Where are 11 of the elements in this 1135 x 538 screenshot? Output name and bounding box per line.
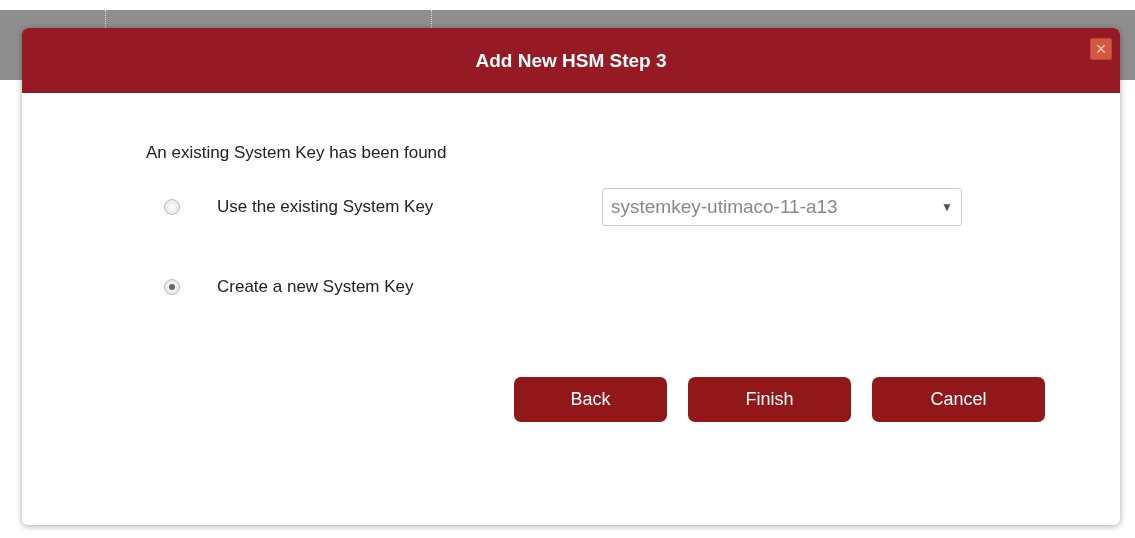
radio-button[interactable] bbox=[164, 199, 180, 215]
radio-button[interactable] bbox=[164, 279, 180, 295]
dialog-title: Add New HSM Step 3 bbox=[475, 49, 667, 72]
finish-button[interactable]: Finish bbox=[688, 377, 851, 422]
option-label[interactable]: Use the existing System Key bbox=[217, 197, 602, 217]
cancel-button[interactable]: Cancel bbox=[872, 377, 1045, 422]
back-button[interactable]: Back bbox=[514, 377, 667, 422]
caret-icon: ▼ bbox=[941, 200, 953, 214]
system-key-dropdown[interactable]: systemkey-utimaco-11-a13 ▼ bbox=[602, 188, 962, 226]
message-text: An existing System Key has been found bbox=[146, 143, 448, 163]
option-label[interactable]: Create a new System Key bbox=[217, 277, 602, 297]
